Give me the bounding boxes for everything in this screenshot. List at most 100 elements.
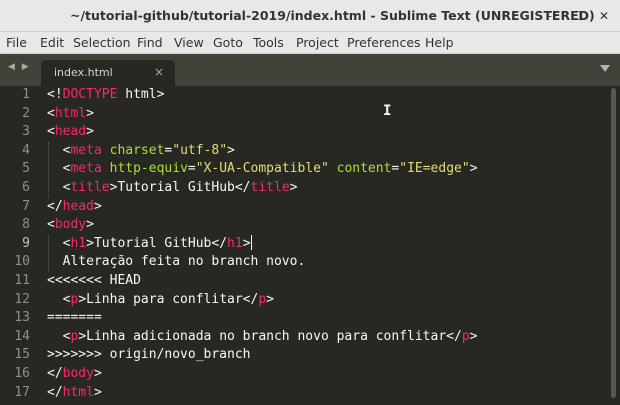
code-token: > (469, 161, 478, 177)
code-token: <! (47, 87, 63, 102)
menu-view[interactable]: View (174, 32, 204, 54)
code-token: > (266, 291, 274, 307)
minimap[interactable] (478, 86, 608, 405)
code-line[interactable]: <html> (47, 105, 478, 124)
code-token: > (289, 179, 298, 195)
code-line[interactable]: < p>Linha adicionada no branch novo para … (47, 328, 478, 347)
code-token: < (47, 179, 71, 195)
code-token: <<<<<<< HEAD (47, 272, 141, 288)
code-token: >Linha adicionada no branch novo para co… (78, 328, 462, 344)
mouse-ibeam-cursor-icon: I (383, 103, 392, 119)
code-token: < (47, 328, 71, 344)
vertical-scrollbar[interactable] (611, 88, 616, 398)
menu-help[interactable]: Help (425, 32, 454, 54)
menu-preferences[interactable]: Preferences (347, 32, 421, 54)
code-line[interactable]: <title>Tutorial GitHub</title> (47, 179, 478, 198)
maximize-button[interactable]: ☐ (568, 8, 584, 24)
code-token: < (47, 142, 71, 158)
code-token: >Linha para conflitar</ (78, 291, 259, 307)
line-number: 11 (14, 272, 30, 288)
code-token: h1 (227, 235, 243, 251)
menu-tools[interactable]: Tools (253, 32, 284, 54)
menu-goto[interactable]: Goto (213, 32, 243, 54)
code-token: http-equiv (109, 161, 188, 177)
editor-area[interactable]: 1 2 3 4 5 6 7 8 9 10 11 12 13 14 15 16 17 <!DOCTYPE html… (0, 86, 620, 405)
code-line[interactable]: >>>>>>> origin/novo_branch (47, 346, 478, 365)
code-line[interactable]: <head> (47, 123, 478, 142)
code-token: < (47, 105, 55, 121)
line-number: 4 (22, 142, 30, 158)
code-token: head (54, 124, 87, 140)
code-token: >Tutorial GitHub</ (86, 235, 228, 251)
code-line[interactable]: <h1>Tutorial GitHub</h1> (47, 234, 478, 254)
menu-bar: File Edit Selection Find View Goto Tools… (0, 32, 620, 54)
code-token: meta (70, 161, 102, 177)
code-token: </ (47, 384, 63, 400)
menu-project[interactable]: Project (296, 32, 339, 54)
code-token: > (469, 328, 478, 344)
code-token: head (62, 198, 94, 214)
line-number: 16 (14, 365, 30, 381)
line-number: 8 (22, 217, 30, 233)
tab-bar: ◀ ▶ index.html × (0, 54, 620, 86)
code-line[interactable]: <!DOCTYPE html> (47, 86, 478, 105)
code-token: </ (47, 365, 63, 381)
code-token: "X-UA-Compatible" (195, 161, 329, 177)
code-token: "IE=edge" (399, 161, 470, 177)
tab-close-icon[interactable]: × (154, 60, 164, 84)
line-number: 17 (14, 384, 30, 400)
text-caret (250, 234, 253, 250)
code-token: html> (117, 87, 165, 102)
code-token: < (47, 291, 71, 307)
code-token: < (47, 161, 71, 177)
line-number: 3 (22, 124, 30, 140)
code-line[interactable]: </body> (47, 365, 478, 384)
menu-selection[interactable]: Selection (73, 32, 131, 54)
title-bar[interactable]: ~/tutorial-github/tutorial-2019/index.ht… (0, 0, 620, 32)
code-line[interactable]: Alteração feita no branch novo. (47, 253, 478, 272)
code-token: html (54, 105, 87, 121)
code-token: > (86, 105, 94, 121)
tab-label: index.html (54, 66, 113, 79)
code-line[interactable]: <p>Linha para conflitar</p> (47, 291, 478, 310)
code-token: title (70, 179, 110, 195)
code-token: title (250, 179, 290, 195)
code-token: Alteração feita no branch novo. (47, 254, 306, 270)
code-token: >>>>>>> origin/novo_branch (47, 347, 251, 363)
code-line[interactable]: </html> (47, 384, 478, 403)
tab-nav-arrows-icon[interactable]: ◀ ▶ (8, 62, 31, 72)
code-line[interactable]: <meta charset="utf-8"> (47, 142, 478, 161)
code-token: body (62, 365, 94, 381)
menu-edit[interactable]: Edit (40, 32, 64, 54)
code-token: < (47, 235, 71, 251)
menu-find[interactable]: Find (137, 32, 163, 54)
code-line[interactable]: </head> (47, 198, 478, 217)
code-token: content (336, 161, 392, 177)
close-button[interactable]: ✕ (596, 8, 612, 24)
code-token: p (461, 328, 470, 344)
tab-dropdown-icon[interactable] (600, 65, 610, 72)
code-token: > (93, 365, 102, 381)
minimize-button[interactable]: – (541, 8, 557, 24)
menu-file[interactable]: File (6, 32, 27, 54)
code-token: < (47, 217, 55, 233)
line-number: 15 (14, 347, 30, 363)
code-token: body (54, 217, 87, 233)
tab-index-html[interactable]: index.html × (41, 60, 175, 86)
code-content[interactable]: <!DOCTYPE html> <html> <head> <meta charse… (47, 86, 478, 402)
code-token: "utf-8" (172, 142, 228, 158)
code-token: html (62, 384, 94, 400)
line-number: 13 (14, 310, 30, 326)
code-token: > (93, 198, 102, 214)
code-line[interactable]: <meta http-equiv="X-UA-Compatible" conte… (47, 160, 478, 179)
code-token: </ (47, 198, 63, 214)
code-line[interactable]: ======= (47, 309, 478, 328)
code-token: > (227, 142, 235, 158)
line-number: 12 (14, 291, 30, 307)
window-title: ~/tutorial-github/tutorial-2019/index.ht… (70, 8, 595, 23)
code-token: charset (109, 142, 165, 158)
code-line[interactable]: <<<<<<< HEAD (47, 272, 478, 291)
code-line[interactable]: <body> (47, 216, 478, 235)
